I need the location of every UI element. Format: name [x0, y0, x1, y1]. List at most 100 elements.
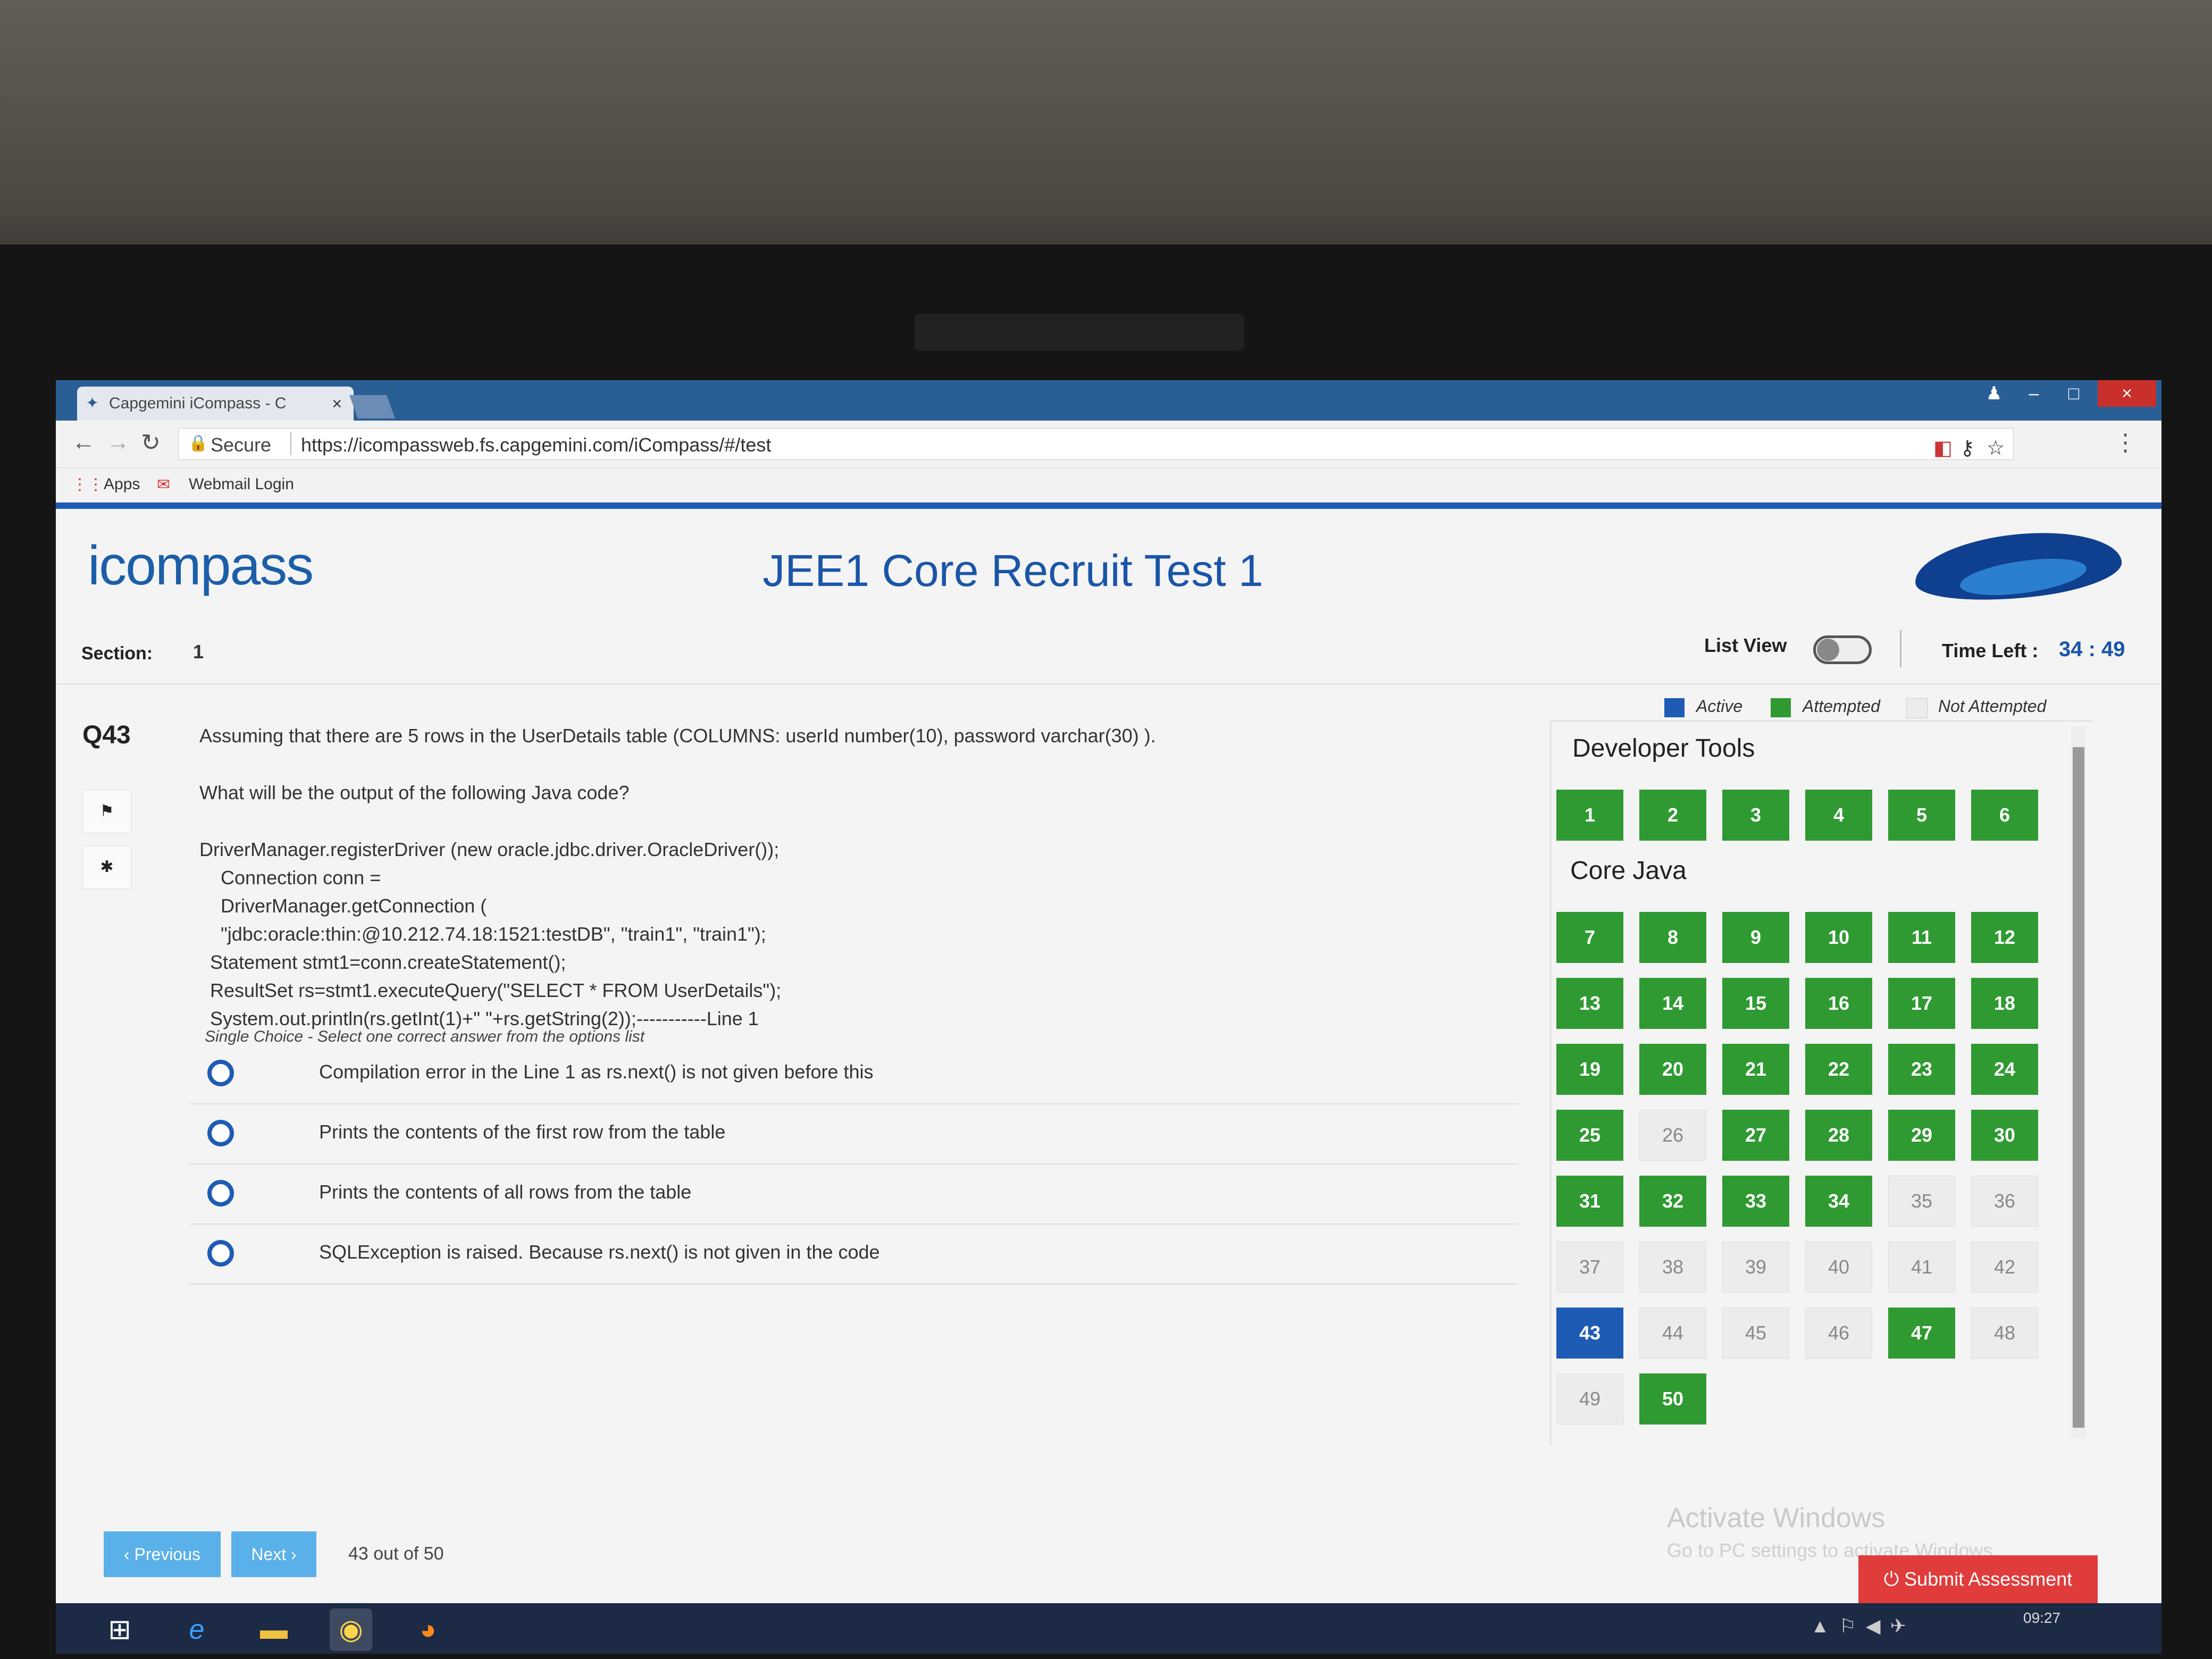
question-button-41[interactable]: 41 — [1888, 1242, 1955, 1293]
key-icon[interactable]: ⚷ — [1960, 436, 1975, 460]
question-button-38[interactable]: 38 — [1639, 1242, 1706, 1293]
question-button-35[interactable]: 35 — [1888, 1176, 1955, 1227]
question-button-34[interactable]: 34 — [1805, 1176, 1872, 1227]
question-button-7[interactable]: 7 — [1556, 912, 1623, 963]
question-button-32[interactable]: 32 — [1639, 1176, 1706, 1227]
question-button-15[interactable]: 15 — [1722, 978, 1789, 1029]
question-button-45[interactable]: 45 — [1722, 1308, 1789, 1359]
question-button-12[interactable]: 12 — [1971, 912, 2038, 963]
question-button-18[interactable]: 18 — [1971, 978, 2038, 1029]
legend-not-attempted-label: Not Attempted — [1938, 697, 2047, 716]
tab-close-icon[interactable]: × — [332, 394, 342, 414]
flag-button[interactable]: ⚑ — [82, 790, 131, 833]
submit-assessment-button[interactable]: ⏻ Submit Assessment — [1858, 1555, 2098, 1603]
question-button-9[interactable]: 9 — [1722, 912, 1789, 963]
question-button-21[interactable]: 21 — [1722, 1044, 1789, 1095]
question-button-11[interactable]: 11 — [1888, 912, 1955, 963]
question-button-40[interactable]: 40 — [1805, 1242, 1872, 1293]
question-button-3[interactable]: 3 — [1722, 790, 1789, 841]
extension-icon[interactable]: ◧ — [1933, 436, 1953, 460]
question-button-25[interactable]: 25 — [1556, 1110, 1623, 1161]
star-icon[interactable]: ☆ — [1987, 436, 2005, 460]
new-tab-button[interactable] — [349, 395, 396, 418]
question-button-30[interactable]: 30 — [1971, 1110, 2038, 1161]
question-button-39[interactable]: 39 — [1722, 1242, 1789, 1293]
system-tray-icons[interactable]: ▲⚐◀✈ — [1811, 1615, 1916, 1637]
question-button-49[interactable]: 49 — [1556, 1373, 1623, 1425]
option-radio[interactable] — [207, 1240, 234, 1267]
question-button-23[interactable]: 23 — [1888, 1044, 1955, 1095]
question-button-24[interactable]: 24 — [1971, 1044, 2038, 1095]
question-button-26[interactable]: 26 — [1639, 1110, 1706, 1161]
question-button-37[interactable]: 37 — [1556, 1242, 1623, 1293]
question-button-33[interactable]: 33 — [1722, 1176, 1789, 1227]
reload-icon[interactable]: ↻ — [141, 429, 161, 456]
previous-button[interactable]: ‹ Previous — [104, 1531, 221, 1577]
menu-icon[interactable]: ⋮ — [2114, 429, 2137, 456]
chrome-icon[interactable]: ◉ — [330, 1608, 372, 1651]
url-bar[interactable]: 🔒 Secure https://icompassweb.fs.capgemin… — [178, 428, 2014, 460]
option-radio[interactable] — [207, 1060, 234, 1086]
question-button-42[interactable]: 42 — [1971, 1242, 2038, 1293]
legend-not-attempted-swatch — [1906, 698, 1928, 718]
option-row[interactable]: Prints the contents of all rows from the… — [189, 1165, 1518, 1225]
question-button-22[interactable]: 22 — [1805, 1044, 1872, 1095]
file-explorer-icon[interactable]: ▬ — [253, 1608, 295, 1651]
question-button-20[interactable]: 20 — [1639, 1044, 1706, 1095]
bookmark-webmail-login[interactable]: Webmail Login — [189, 475, 294, 493]
firefox-icon[interactable]: ◕ — [407, 1608, 449, 1651]
question-button-2[interactable]: 2 — [1639, 790, 1706, 841]
back-icon[interactable]: ← — [72, 429, 95, 456]
header-divider — [56, 683, 2161, 684]
internet-explorer-icon[interactable]: e — [175, 1608, 218, 1651]
option-row[interactable]: Compilation error in the Line 1 as rs.ne… — [189, 1045, 1518, 1104]
maximize-button[interactable]: □ — [2052, 380, 2095, 407]
question-button-13[interactable]: 13 — [1556, 978, 1623, 1029]
url-separator — [290, 432, 291, 455]
question-button-28[interactable]: 28 — [1805, 1110, 1872, 1161]
browser-tab[interactable]: ✦ Capgemini iCompass - C × — [77, 387, 354, 421]
start-icon[interactable]: ⊞ — [98, 1608, 141, 1651]
bookmark-apps[interactable]: Apps — [104, 475, 140, 493]
question-button-47[interactable]: 47 — [1888, 1308, 1955, 1359]
bookmark-button[interactable]: ✱ — [82, 845, 131, 889]
question-button-48[interactable]: 48 — [1971, 1308, 2038, 1359]
question-button-27[interactable]: 27 — [1722, 1110, 1789, 1161]
forward-icon[interactable]: → — [106, 429, 130, 456]
question-button-19[interactable]: 19 — [1556, 1044, 1623, 1095]
question-button-43[interactable]: 43 — [1556, 1308, 1623, 1359]
section-tab-1[interactable]: 1 — [193, 641, 204, 663]
option-radio[interactable] — [207, 1180, 234, 1206]
address-bar-row: ← → ↻ 🔒 Secure https://icompassweb.fs.ca… — [56, 421, 2161, 468]
page-title: JEE1 Core Recruit Test 1 — [763, 546, 1263, 596]
question-button-29[interactable]: 29 — [1888, 1110, 1955, 1161]
question-button-6[interactable]: 6 — [1971, 790, 2038, 841]
palette-scroll-thumb[interactable] — [2073, 747, 2084, 1428]
close-window-button[interactable]: × — [2098, 380, 2156, 407]
toggle-knob — [1817, 639, 1839, 661]
option-row[interactable]: Prints the contents of the first row fro… — [189, 1105, 1518, 1164]
minimize-button[interactable]: – — [2018, 380, 2050, 407]
user-icon[interactable]: ♟ — [1973, 380, 2015, 407]
question-button-14[interactable]: 14 — [1639, 978, 1706, 1029]
question-button-5[interactable]: 5 — [1888, 790, 1955, 841]
question-button-44[interactable]: 44 — [1639, 1308, 1706, 1359]
question-button-50[interactable]: 50 — [1639, 1373, 1706, 1425]
question-button-17[interactable]: 17 — [1888, 978, 1955, 1029]
question-button-31[interactable]: 31 — [1556, 1176, 1623, 1227]
code-line: DriverManager.registerDriver (new oracle… — [199, 839, 780, 860]
screen: ✦ Capgemini iCompass - C × ♟ – □ × ← → ↻… — [56, 380, 2161, 1654]
question-button-4[interactable]: 4 — [1805, 790, 1872, 841]
tab-strip: ✦ Capgemini iCompass - C × ♟ – □ × — [56, 380, 2161, 421]
question-button-8[interactable]: 8 — [1639, 912, 1706, 963]
option-radio[interactable] — [207, 1120, 234, 1146]
next-button[interactable]: Next › — [231, 1531, 316, 1577]
option-row[interactable]: SQLException is raised. Because rs.next(… — [189, 1225, 1518, 1285]
option-text: SQLException is raised. Because rs.next(… — [319, 1241, 880, 1263]
flag-icon: ⚑ — [99, 802, 114, 820]
question-button-10[interactable]: 10 — [1805, 912, 1872, 963]
question-button-36[interactable]: 36 — [1971, 1176, 2038, 1227]
question-button-46[interactable]: 46 — [1805, 1308, 1872, 1359]
question-button-16[interactable]: 16 — [1805, 978, 1872, 1029]
question-button-1[interactable]: 1 — [1556, 790, 1623, 841]
